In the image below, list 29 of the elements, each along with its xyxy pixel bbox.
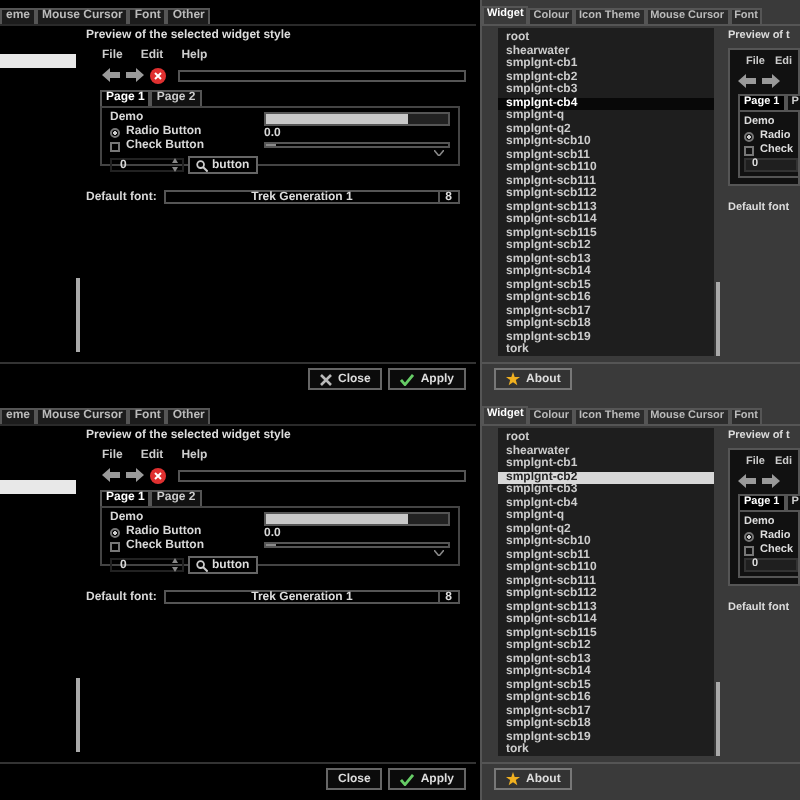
- left-arrow-icon[interactable]: [738, 74, 756, 88]
- left-arrow-icon[interactable]: [738, 474, 756, 488]
- slider[interactable]: [264, 542, 450, 548]
- search-icon: [196, 559, 208, 571]
- text-field[interactable]: [178, 469, 466, 481]
- check-icon: [400, 773, 415, 785]
- right-arrow-icon[interactable]: [762, 474, 780, 488]
- stop-icon[interactable]: [150, 467, 166, 483]
- right-arrow-icon[interactable]: [126, 468, 144, 482]
- right-arrow-icon[interactable]: [762, 74, 780, 88]
- star-icon: [506, 772, 520, 786]
- slider[interactable]: [264, 142, 450, 148]
- spin-arrows-icon[interactable]: [172, 158, 178, 172]
- scrollbar-thumb[interactable]: [76, 278, 80, 352]
- search-icon: [196, 159, 208, 171]
- text-field[interactable]: [178, 69, 466, 81]
- stop-icon[interactable]: [150, 67, 166, 83]
- spin-arrows-icon[interactable]: [172, 558, 178, 572]
- scrollbar-thumb[interactable]: [716, 282, 720, 356]
- star-icon: [506, 372, 520, 386]
- caret-icon: [434, 550, 444, 556]
- caret-icon: [434, 150, 444, 156]
- close-icon: [319, 373, 332, 385]
- check-icon: [400, 373, 415, 385]
- left-arrow-icon[interactable]: [102, 468, 120, 482]
- scrollbar-thumb[interactable]: [76, 678, 80, 752]
- right-arrow-icon[interactable]: [126, 68, 144, 82]
- left-arrow-icon[interactable]: [102, 68, 120, 82]
- scrollbar-thumb[interactable]: [716, 682, 720, 756]
